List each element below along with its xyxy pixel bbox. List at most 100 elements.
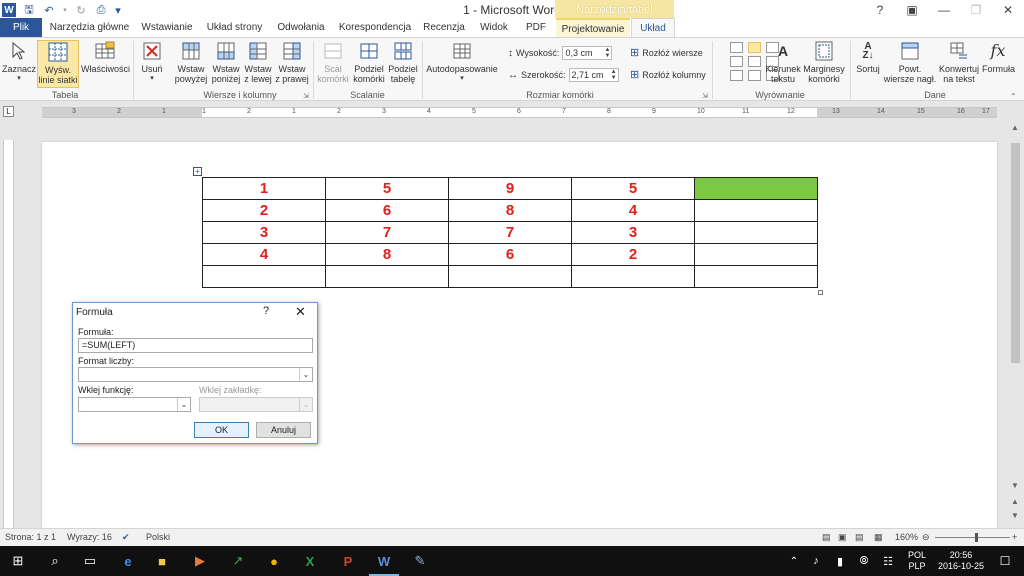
table-cell[interactable]: 4: [202, 243, 326, 266]
tab-insert[interactable]: Wstawianie: [137, 18, 197, 38]
view-gridlines-button[interactable]: Wyśw. linie siatki: [37, 40, 79, 88]
table-cell[interactable]: 3: [202, 221, 326, 244]
formula-button[interactable]: fx Formuła: [982, 40, 1015, 75]
table-cell[interactable]: [694, 221, 818, 244]
scrollbar-thumb[interactable]: [1011, 143, 1020, 363]
table-cell[interactable]: 8: [448, 199, 572, 222]
insert-right-button[interactable]: Wstaw z prawej: [275, 40, 309, 84]
keyboard-language[interactable]: POL PLP: [902, 550, 932, 572]
table-cell[interactable]: 6: [325, 199, 449, 222]
media-player-icon[interactable]: ▶: [190, 551, 210, 571]
table-cell[interactable]: 2: [571, 243, 695, 266]
autofit-button[interactable]: Autodopasowanie ▾: [425, 40, 499, 84]
dialog-launcher-icon[interactable]: ⇲: [702, 92, 708, 100]
column-width-spinner[interactable]: 2,71 cm ▲ ▼: [568, 68, 619, 82]
word-taskbar-icon[interactable]: W: [374, 551, 394, 571]
ok-button[interactable]: OK: [194, 422, 249, 438]
help-icon[interactable]: ?: [864, 0, 896, 20]
ribbon-display-icon[interactable]: ▣: [896, 0, 928, 20]
table-cell[interactable]: [571, 265, 695, 288]
table-move-handle-icon[interactable]: +: [193, 167, 202, 176]
word-count[interactable]: Wyrazy: 16: [67, 532, 112, 542]
excel-icon[interactable]: X: [300, 551, 320, 571]
vertical-scrollbar[interactable]: ▲ ▼ ▲ ▼: [1007, 121, 1024, 528]
dialog-launcher-icon[interactable]: ⇲: [303, 92, 309, 100]
file-explorer-icon[interactable]: ■: [152, 551, 172, 571]
align-middle-center-icon[interactable]: [748, 56, 761, 67]
show-hidden-icons[interactable]: ⌃: [784, 551, 804, 571]
convert-to-text-button[interactable]: Konwertuj na tekst: [937, 40, 981, 84]
align-middle-left-icon[interactable]: [730, 56, 743, 67]
table-cell[interactable]: [694, 199, 818, 222]
align-top-center-icon[interactable]: [748, 42, 761, 53]
align-bottom-center-icon[interactable]: [748, 70, 761, 81]
table-cell[interactable]: 6: [448, 243, 572, 266]
spinner-arrows-icon[interactable]: ▲ ▼: [604, 47, 610, 59]
scroll-up-icon[interactable]: ▲: [1011, 123, 1019, 132]
ruler-bar[interactable]: 3 2 1 1 2 1 2 3 4 5 6 7 8 9 10 11 12 13 14 15 16 17: [42, 107, 997, 118]
table-cell[interactable]: [448, 265, 572, 288]
document-table[interactable]: 1595268437734862: [202, 177, 818, 288]
tab-selector-button[interactable]: L: [3, 106, 14, 117]
insert-left-button[interactable]: Wstaw z lewej: [243, 40, 273, 84]
repeat-header-rows-button[interactable]: Powt. wiersze nagł.: [883, 40, 937, 84]
language-indicator[interactable]: Polski: [146, 532, 170, 542]
table-resize-handle[interactable]: [818, 290, 823, 295]
tab-mailings[interactable]: Korespondencja: [336, 18, 414, 38]
table-cell[interactable]: 1: [202, 177, 326, 200]
table-cell[interactable]: 7: [448, 221, 572, 244]
network-icon[interactable]: ☷: [878, 551, 898, 571]
tab-design[interactable]: Projektowanie: [556, 18, 630, 38]
table-cell[interactable]: 7: [325, 221, 449, 244]
table-cell[interactable]: 9: [448, 177, 572, 200]
start-windows-icon[interactable]: ⊞: [8, 551, 28, 571]
zoom-slider[interactable]: [935, 537, 1010, 538]
insert-above-button[interactable]: Wstaw powyżej: [173, 40, 209, 84]
print-layout-icon[interactable]: ▣: [838, 532, 847, 543]
powerpoint-icon[interactable]: P: [338, 551, 358, 571]
tab-plik[interactable]: Plik: [0, 18, 42, 38]
tab-view[interactable]: Widok: [473, 18, 515, 38]
collapse-ribbon-icon[interactable]: ⌃: [1010, 92, 1017, 101]
table-cell[interactable]: 5: [325, 177, 449, 200]
spinner-arrows-icon[interactable]: ▲ ▼: [611, 69, 617, 81]
search-icon[interactable]: ⌕: [45, 551, 65, 571]
tab-page-layout[interactable]: Układ strony: [203, 18, 266, 38]
web-layout-icon[interactable]: ▤: [855, 532, 864, 543]
insert-below-button[interactable]: Wstaw poniżej: [210, 40, 242, 84]
close-icon[interactable]: ✕: [295, 304, 306, 320]
tab-layout[interactable]: Układ: [631, 18, 675, 38]
paint-icon[interactable]: ✎: [410, 551, 430, 571]
edge-browser-icon[interactable]: e: [118, 551, 138, 571]
chevron-down-icon[interactable]: ⌄: [299, 398, 312, 411]
next-page-icon[interactable]: ▼: [1011, 511, 1019, 520]
split-cells-button[interactable]: Podziel komórki: [352, 40, 386, 84]
read-mode-icon[interactable]: ▤: [822, 532, 831, 543]
table-cell[interactable]: 8: [325, 243, 449, 266]
split-table-button[interactable]: Podziel tabelę: [387, 40, 419, 84]
cell-margins-button[interactable]: Marginesy komórki: [802, 40, 846, 84]
tab-references[interactable]: Odwołania: [272, 18, 330, 38]
help-icon[interactable]: ?: [263, 305, 269, 317]
sort-button[interactable]: A Z↓ Sortuj: [853, 40, 883, 75]
tab-pdf[interactable]: PDF: [521, 18, 551, 38]
text-direction-button[interactable]: A Kierunek tekstu: [764, 40, 802, 84]
properties-button[interactable]: Właściwości: [81, 40, 130, 74]
merge-cells-button[interactable]: Scal komórki: [316, 40, 350, 84]
align-bottom-left-icon[interactable]: [730, 70, 743, 81]
volume-icon[interactable]: ♪: [806, 551, 826, 571]
row-height-spinner[interactable]: 0,3 cm ▲ ▼: [562, 46, 613, 60]
zoom-slider-thumb[interactable]: [975, 533, 978, 542]
close-button[interactable]: ✕: [992, 0, 1024, 20]
chart-app-icon[interactable]: ↗: [228, 551, 248, 571]
table-cell[interactable]: 4: [571, 199, 695, 222]
table-cell[interactable]: 5: [571, 177, 695, 200]
proofing-icon[interactable]: ✔: [122, 532, 130, 543]
distribute-columns-button[interactable]: ⊞ Rozłóż kolumny: [630, 68, 706, 81]
tab-review[interactable]: Recenzja: [421, 18, 467, 38]
battery-icon[interactable]: ▮: [830, 551, 850, 571]
chevron-down-icon[interactable]: ⌄: [299, 368, 312, 381]
number-format-select[interactable]: ⌄: [78, 367, 313, 382]
zoom-level[interactable]: 160%: [895, 532, 918, 542]
table-cell[interactable]: 3: [571, 221, 695, 244]
